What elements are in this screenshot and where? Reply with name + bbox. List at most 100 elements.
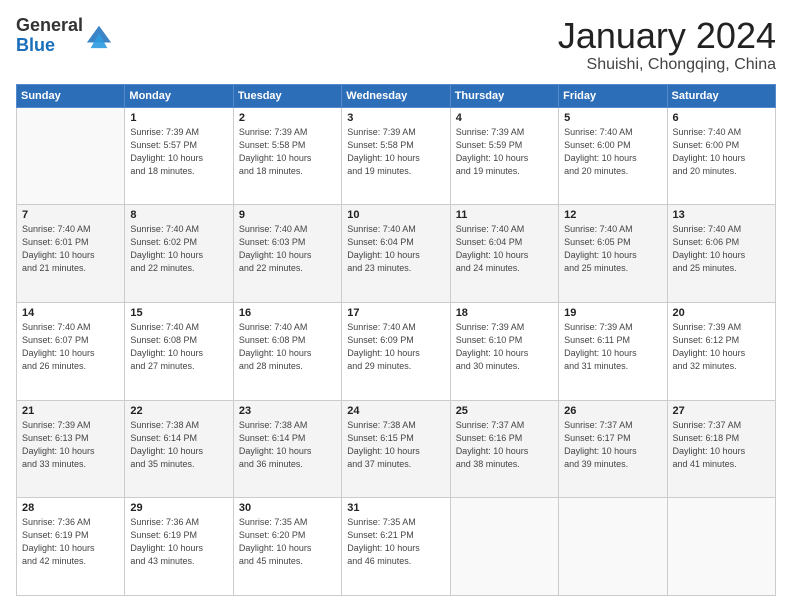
day-number: 19 <box>564 307 661 319</box>
day-number: 29 <box>130 502 227 514</box>
calendar-week-row: 28 Sunrise: 7:36 AMSunset: 6:19 PMDayligh… <box>17 498 776 596</box>
calendar-header-friday: Friday <box>559 84 667 107</box>
day-info: Sunrise: 7:39 AMSunset: 5:58 PMDaylight:… <box>347 126 444 178</box>
day-number: 30 <box>239 502 336 514</box>
day-info: Sunrise: 7:40 AMSunset: 6:03 PMDaylight:… <box>239 223 336 275</box>
calendar-cell: 5 Sunrise: 7:40 AMSunset: 6:00 PMDaylight… <box>559 107 667 205</box>
calendar-cell: 4Sunrise: 7:39 AMSunset: 5:59 PMDaylight… <box>450 107 558 205</box>
day-number: 31 <box>347 502 444 514</box>
calendar-header-sunday: Sunday <box>17 84 125 107</box>
day-info: Sunrise: 7:38 AMSunset: 6:14 PMDaylight:… <box>130 419 227 471</box>
calendar-cell: 20Sunrise: 7:39 AMSunset: 6:12 PMDayligh… <box>667 302 775 400</box>
calendar-cell <box>450 498 558 596</box>
calendar-cell: 9 Sunrise: 7:40 AMSunset: 6:03 PMDaylight… <box>233 205 341 303</box>
day-number: 21 <box>22 405 119 417</box>
day-number: 26 <box>564 405 661 417</box>
day-number: 23 <box>239 405 336 417</box>
calendar-cell <box>667 498 775 596</box>
calendar-cell: 2 Sunrise: 7:39 AMSunset: 5:58 PMDaylight… <box>233 107 341 205</box>
day-info: Sunrise: 7:40 AMSunset: 6:06 PMDaylight:… <box>673 223 770 275</box>
calendar-cell: 14 Sunrise: 7:40 AMSunset: 6:07 PMDayligh… <box>17 302 125 400</box>
day-info: Sunrise: 7:40 AMSunset: 6:01 PMDaylight:… <box>22 223 119 275</box>
day-number: 16 <box>239 307 336 319</box>
calendar-cell <box>17 107 125 205</box>
day-info: Sunrise: 7:39 AMSunset: 5:58 PMDaylight:… <box>239 126 336 178</box>
calendar-cell: 27 Sunrise: 7:37 AMSunset: 6:18 PMDayligh… <box>667 400 775 498</box>
calendar-header-row: SundayMondayTuesdayWednesdayThursdayFrid… <box>17 84 776 107</box>
logo-icon <box>85 22 113 50</box>
calendar-header-tuesday: Tuesday <box>233 84 341 107</box>
calendar-week-row: 21 Sunrise: 7:39 AMSunset: 6:13 PMDayligh… <box>17 400 776 498</box>
day-number: 27 <box>673 405 770 417</box>
day-number: 8 <box>130 209 227 221</box>
day-number: 2 <box>239 112 336 124</box>
day-info: Sunrise: 7:40 AMSunset: 6:00 PMDaylight:… <box>564 126 661 178</box>
calendar-week-row: 7 Sunrise: 7:40 AMSunset: 6:01 PMDaylight… <box>17 205 776 303</box>
header: General Blue January 2024 Shuishi, Chong… <box>16 16 776 74</box>
day-number: 9 <box>239 209 336 221</box>
day-info: Sunrise: 7:40 AMSunset: 6:08 PMDaylight:… <box>239 321 336 373</box>
title-block: January 2024 Shuishi, Chongqing, China <box>558 16 776 74</box>
day-info: Sunrise: 7:35 AMSunset: 6:21 PMDaylight:… <box>347 516 444 568</box>
day-number: 25 <box>456 405 553 417</box>
calendar-header-thursday: Thursday <box>450 84 558 107</box>
day-number: 15 <box>130 307 227 319</box>
day-number: 20 <box>673 307 770 319</box>
day-info: Sunrise: 7:40 AMSunset: 6:04 PMDaylight:… <box>456 223 553 275</box>
calendar-cell: 15 Sunrise: 7:40 AMSunset: 6:08 PMDayligh… <box>125 302 233 400</box>
day-number: 5 <box>564 112 661 124</box>
day-number: 22 <box>130 405 227 417</box>
calendar-cell: 22 Sunrise: 7:38 AMSunset: 6:14 PMDayligh… <box>125 400 233 498</box>
day-number: 13 <box>673 209 770 221</box>
calendar-cell: 26 Sunrise: 7:37 AMSunset: 6:17 PMDayligh… <box>559 400 667 498</box>
day-info: Sunrise: 7:39 AMSunset: 5:57 PMDaylight:… <box>130 126 227 178</box>
calendar-header-monday: Monday <box>125 84 233 107</box>
logo-blue-text: Blue <box>16 35 55 55</box>
day-info: Sunrise: 7:38 AMSunset: 6:15 PMDaylight:… <box>347 419 444 471</box>
day-number: 6 <box>673 112 770 124</box>
calendar-cell: 30 Sunrise: 7:35 AMSunset: 6:20 PMDayligh… <box>233 498 341 596</box>
logo: General Blue <box>16 16 113 56</box>
calendar-cell: 16 Sunrise: 7:40 AMSunset: 6:08 PMDayligh… <box>233 302 341 400</box>
day-info: Sunrise: 7:40 AMSunset: 6:04 PMDaylight:… <box>347 223 444 275</box>
calendar-table: SundayMondayTuesdayWednesdayThursdayFrid… <box>16 84 776 596</box>
day-info: Sunrise: 7:40 AMSunset: 6:07 PMDaylight:… <box>22 321 119 373</box>
calendar-cell: 17Sunrise: 7:40 AMSunset: 6:09 PMDayligh… <box>342 302 450 400</box>
day-number: 24 <box>347 405 444 417</box>
calendar-cell: 8Sunrise: 7:40 AMSunset: 6:02 PMDaylight… <box>125 205 233 303</box>
day-info: Sunrise: 7:37 AMSunset: 6:17 PMDaylight:… <box>564 419 661 471</box>
day-info: Sunrise: 7:39 AMSunset: 6:13 PMDaylight:… <box>22 419 119 471</box>
day-info: Sunrise: 7:35 AMSunset: 6:20 PMDaylight:… <box>239 516 336 568</box>
day-info: Sunrise: 7:36 AMSunset: 6:19 PMDaylight:… <box>22 516 119 568</box>
calendar-cell: 13 Sunrise: 7:40 AMSunset: 6:06 PMDayligh… <box>667 205 775 303</box>
calendar-week-row: 1 Sunrise: 7:39 AMSunset: 5:57 PMDaylight… <box>17 107 776 205</box>
day-info: Sunrise: 7:36 AMSunset: 6:19 PMDaylight:… <box>130 516 227 568</box>
calendar-cell: 3 Sunrise: 7:39 AMSunset: 5:58 PMDaylight… <box>342 107 450 205</box>
day-info: Sunrise: 7:38 AMSunset: 6:14 PMDaylight:… <box>239 419 336 471</box>
calendar-cell: 24 Sunrise: 7:38 AMSunset: 6:15 PMDayligh… <box>342 400 450 498</box>
day-number: 14 <box>22 307 119 319</box>
calendar-cell: 18Sunrise: 7:39 AMSunset: 6:10 PMDayligh… <box>450 302 558 400</box>
day-info: Sunrise: 7:40 AMSunset: 6:05 PMDaylight:… <box>564 223 661 275</box>
calendar-header-wednesday: Wednesday <box>342 84 450 107</box>
calendar-cell: 31 Sunrise: 7:35 AMSunset: 6:21 PMDayligh… <box>342 498 450 596</box>
day-number: 28 <box>22 502 119 514</box>
page: General Blue January 2024 Shuishi, Chong… <box>0 0 792 612</box>
calendar-header-saturday: Saturday <box>667 84 775 107</box>
calendar-cell: 6Sunrise: 7:40 AMSunset: 6:00 PMDaylight… <box>667 107 775 205</box>
day-number: 18 <box>456 307 553 319</box>
day-info: Sunrise: 7:40 AMSunset: 6:08 PMDaylight:… <box>130 321 227 373</box>
day-info: Sunrise: 7:40 AMSunset: 6:09 PMDaylight:… <box>347 321 444 373</box>
calendar-cell: 28 Sunrise: 7:36 AMSunset: 6:19 PMDayligh… <box>17 498 125 596</box>
day-number: 4 <box>456 112 553 124</box>
day-number: 3 <box>347 112 444 124</box>
calendar-cell: 23 Sunrise: 7:38 AMSunset: 6:14 PMDayligh… <box>233 400 341 498</box>
day-number: 1 <box>130 112 227 124</box>
day-info: Sunrise: 7:37 AMSunset: 6:16 PMDaylight:… <box>456 419 553 471</box>
calendar-cell: 19Sunrise: 7:39 AMSunset: 6:11 PMDayligh… <box>559 302 667 400</box>
calendar-cell: 11Sunrise: 7:40 AMSunset: 6:04 PMDayligh… <box>450 205 558 303</box>
day-number: 7 <box>22 209 119 221</box>
day-number: 12 <box>564 209 661 221</box>
calendar-cell: 29 Sunrise: 7:36 AMSunset: 6:19 PMDayligh… <box>125 498 233 596</box>
day-info: Sunrise: 7:37 AMSunset: 6:18 PMDaylight:… <box>673 419 770 471</box>
